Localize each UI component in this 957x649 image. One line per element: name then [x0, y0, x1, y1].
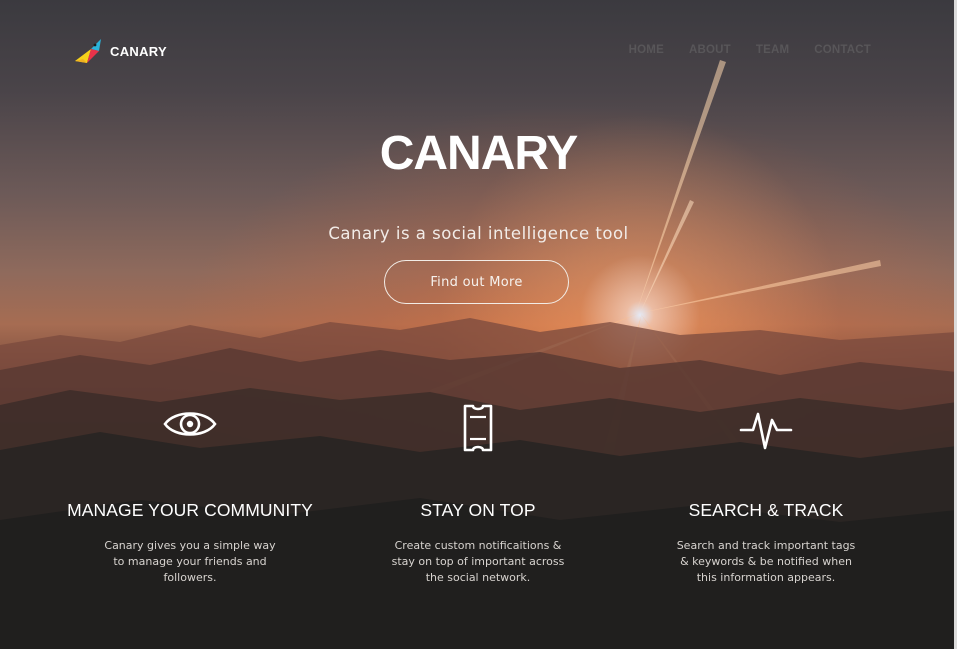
canary-bird-icon — [75, 39, 101, 63]
hero-title: CANARY — [379, 127, 579, 180]
feature-stay-on-top: STAY ON TOP Create custom notificaitions… — [343, 404, 613, 584]
feature-title: SEARCH & TRACK — [688, 500, 844, 520]
feature-manage-community: MANAGE YOUR COMMUNITY Canary gives you a… — [55, 404, 325, 584]
feature-description: Create custom notificaitions & stay on t… — [391, 539, 565, 584]
nav-link-team[interactable]: TEAM — [756, 44, 789, 56]
ticket-icon — [463, 404, 493, 452]
feature-title: STAY ON TOP — [420, 500, 536, 520]
pulse-icon — [739, 412, 793, 450]
feature-search-track: SEARCH & TRACK Search and track importan… — [631, 404, 901, 584]
brand-name: CANARY — [110, 43, 167, 59]
eye-icon — [163, 412, 217, 436]
nav-link-about[interactable]: ABOUT — [689, 44, 731, 56]
hero-subtitle: Canary is a social intelligence tool — [328, 224, 629, 243]
feature-description: Search and track important tags & keywor… — [676, 539, 856, 584]
feature-description: Canary gives you a simple way to manage … — [104, 539, 276, 584]
nav-links: HOME ABOUT TEAM CONTACT — [604, 44, 871, 56]
brand-logo-link[interactable]: CANARY — [73, 37, 167, 65]
feature-title: MANAGE YOUR COMMUNITY — [67, 500, 313, 520]
nav-link-home[interactable]: HOME — [629, 44, 664, 56]
nav-link-contact[interactable]: CONTACT — [814, 44, 871, 56]
hero-section: CANARY HOME ABOUT TEAM CONTACT CANARY Ca… — [0, 0, 957, 649]
top-navigation: CANARY HOME ABOUT TEAM CONTACT — [0, 0, 957, 100]
find-out-more-button[interactable]: Find out More — [384, 260, 569, 304]
